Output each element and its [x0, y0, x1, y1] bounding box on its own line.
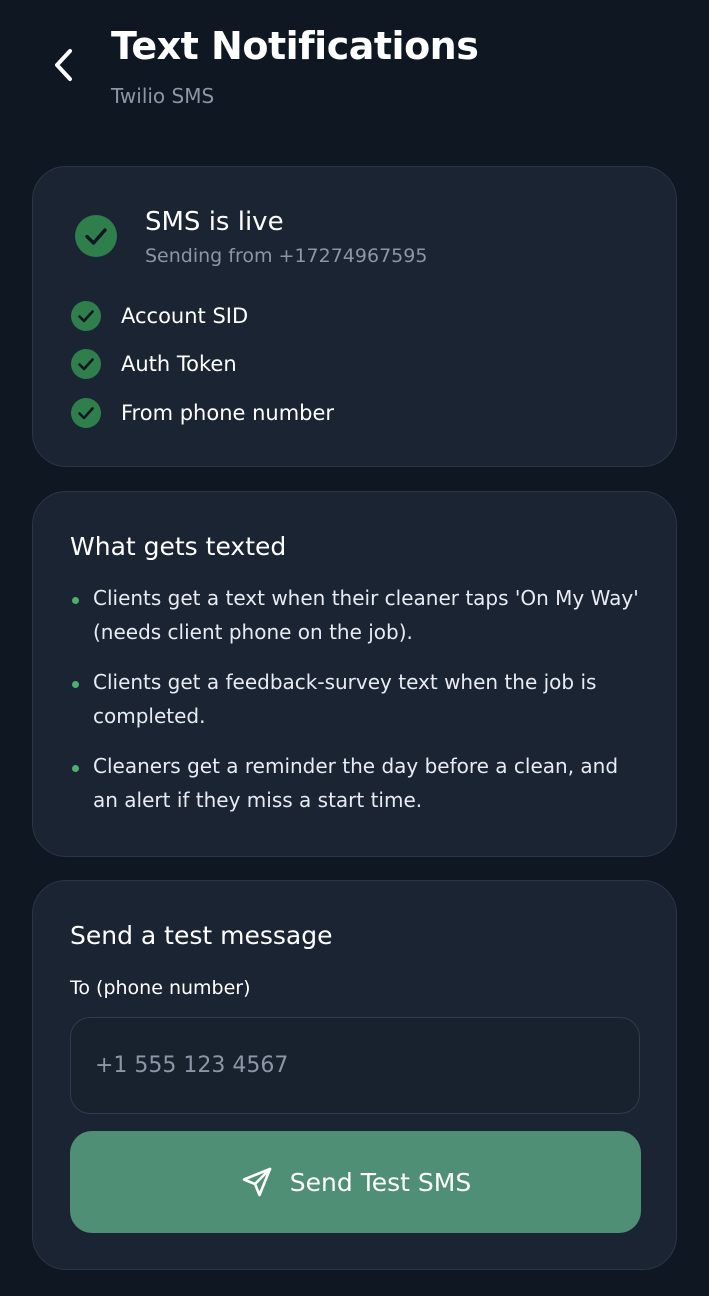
back-button[interactable]: [44, 42, 84, 88]
page-subtitle: Twilio SMS: [111, 84, 215, 108]
check-item-from-phone: From phone number: [71, 398, 334, 428]
send-test-card: Send a test message To (phone number) Se…: [32, 880, 677, 1270]
check-circle-icon: [71, 349, 101, 379]
phone-field-label: To (phone number): [70, 977, 251, 999]
paper-plane-icon: [242, 1167, 272, 1197]
section-title: What gets texted: [70, 532, 287, 561]
check-item-label: Auth Token: [121, 352, 237, 376]
sms-status-card: SMS is live Sending from +17274967595 Ac…: [32, 166, 677, 467]
what-gets-texted-card: What gets texted Clients get a text when…: [32, 491, 677, 857]
check-item-label: Account SID: [121, 304, 249, 328]
phone-number-input[interactable]: [70, 1017, 640, 1114]
page-title: Text Notifications: [111, 24, 479, 68]
list-item: Clients get a feedback-survey text when …: [70, 665, 645, 733]
status-title: SMS is live: [145, 207, 284, 237]
check-circle-icon: [75, 215, 117, 257]
status-sending-from: Sending from +17274967595: [145, 245, 428, 267]
info-bullet-list: Clients get a text when their cleaner ta…: [70, 581, 645, 833]
check-circle-icon: [71, 398, 101, 428]
check-item-auth-token: Auth Token: [71, 349, 237, 379]
send-test-sms-button[interactable]: Send Test SMS: [70, 1131, 641, 1233]
text-notifications-screen: Text Notifications Twilio SMS SMS is liv…: [0, 0, 709, 1296]
section-title: Send a test message: [70, 921, 333, 950]
chevron-left-icon: [55, 49, 72, 81]
check-item-label: From phone number: [121, 401, 335, 425]
check-circle-icon: [71, 301, 101, 331]
list-item: Clients get a text when their cleaner ta…: [70, 581, 645, 649]
check-item-account-sid: Account SID: [71, 301, 248, 331]
send-button-label: Send Test SMS: [289, 1167, 472, 1197]
list-item: Cleaners get a reminder the day before a…: [70, 749, 645, 817]
